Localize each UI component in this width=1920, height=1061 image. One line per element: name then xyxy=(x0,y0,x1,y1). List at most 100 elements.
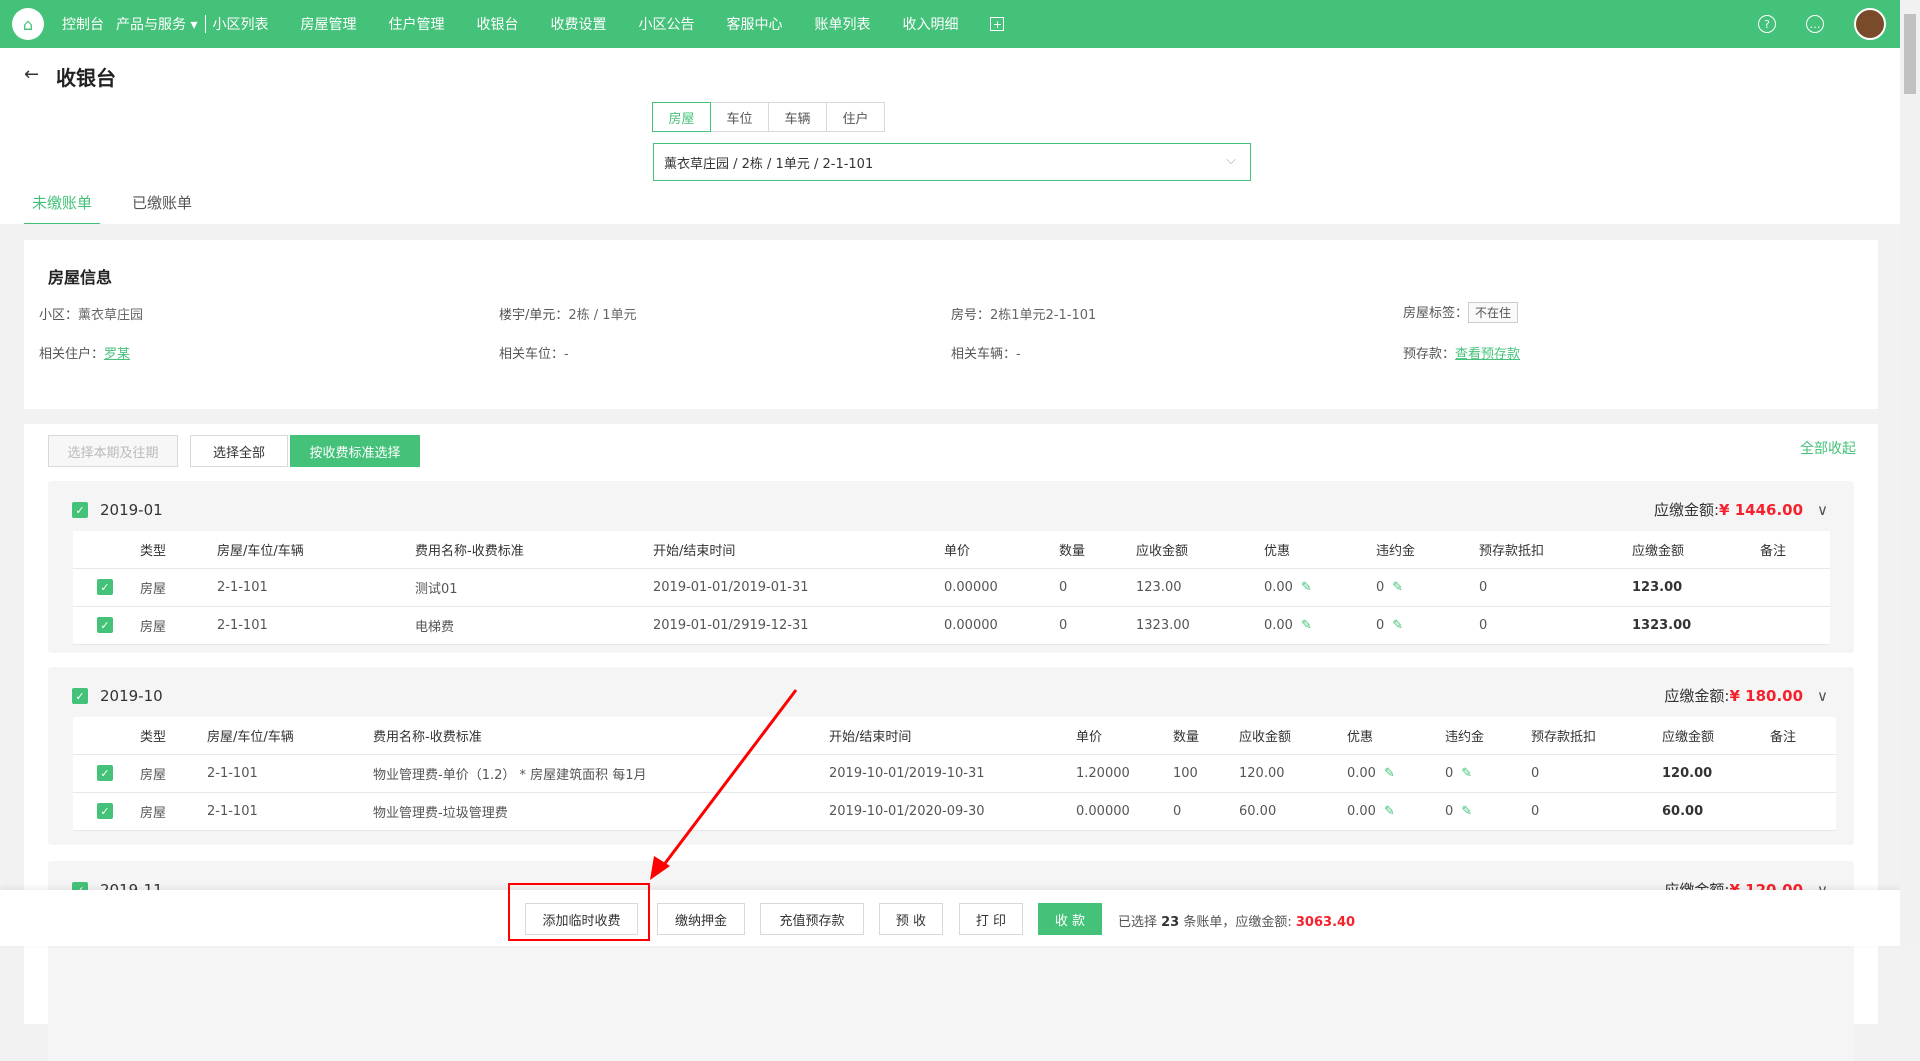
group-checkbox[interactable]: ✓ xyxy=(72,688,88,704)
edit-pencil-icon[interactable]: ✎ xyxy=(1461,804,1472,819)
group-total-amount: ¥ 1446.00 xyxy=(1719,501,1804,519)
house-info-card: 房屋信息 小区：薰衣草庄园 楼宇/单元：2栋 / 1单元 房号：2栋1单元2-1… xyxy=(24,240,1878,409)
chevron-down-icon[interactable]: ∨ xyxy=(1817,687,1828,705)
top-nav: ⌂ 控制台 产品与服务 ▾ 小区列表 房屋管理 住户管理 收银台 收费设置 小区… xyxy=(0,0,1900,48)
prepay-button[interactable]: 预 收 xyxy=(879,903,943,935)
view-deposit-link[interactable]: 查看预存款 xyxy=(1455,347,1520,362)
scrollbar[interactable] xyxy=(1900,0,1920,946)
row-checkbox[interactable]: ✓ xyxy=(97,579,113,595)
row-checkbox[interactable]: ✓ xyxy=(97,803,113,819)
logo-icon[interactable]: ⌂ xyxy=(12,8,44,40)
group-checkbox[interactable]: ✓ xyxy=(72,502,88,518)
nav-house-mgmt[interactable]: 房屋管理 xyxy=(300,14,356,34)
edit-pencil-icon[interactable]: ✎ xyxy=(1392,580,1403,595)
print-button[interactable]: 打 印 xyxy=(959,903,1023,935)
nav-service-center[interactable]: 客服中心 xyxy=(726,14,782,34)
edit-pencil-icon[interactable]: ✎ xyxy=(1461,766,1472,781)
cell-value: 0.00 xyxy=(1264,617,1293,633)
cell: 物业管理费-单价（1.2） * 房屋建筑面积 每1月 xyxy=(373,754,829,793)
editable-cell: 0.00 ✎ xyxy=(1347,754,1445,793)
nav-cashier[interactable]: 收银台 xyxy=(476,14,518,34)
bill-table: 类型 房屋/车位/车辆 费用名称-收费标准 开始/结束时间 单价 数量 应收金额 优惠 违约金预… xyxy=(73,531,1830,645)
value: 2栋 / 1单元 xyxy=(568,308,637,323)
cell xyxy=(1760,568,1830,607)
cell: 123.00 xyxy=(1136,568,1264,607)
row-checkbox-cell: ✓ xyxy=(73,568,140,607)
editable-cell: 0.00 ✎ xyxy=(1347,792,1445,831)
label: 相关车辆： xyxy=(951,347,1017,362)
editable-cell: 0 ✎ xyxy=(1445,754,1531,793)
edit-pencil-icon[interactable]: ✎ xyxy=(1384,804,1395,819)
segment-house[interactable]: 房屋 xyxy=(652,102,711,132)
group-header: ✓ 2019-10 xyxy=(72,687,163,705)
help-icon[interactable]: ? xyxy=(1758,15,1776,33)
cell: 2019-10-01/2020-09-30 xyxy=(829,792,1076,831)
field-community: 小区：薰衣草庄园 xyxy=(39,304,143,323)
total-label: 应缴金额: xyxy=(1664,687,1730,705)
recharge-deposit-button[interactable]: 充值预存款 xyxy=(760,903,864,935)
row-checkbox[interactable]: ✓ xyxy=(97,617,113,633)
cell: 2-1-101 xyxy=(217,568,415,607)
group-total-amount: ¥ 180.00 xyxy=(1729,687,1804,705)
select-current-button[interactable]: 选择本期及往期 xyxy=(48,435,178,467)
collapse-all-link[interactable]: 全部收起 xyxy=(1800,438,1856,458)
nav-bill-list[interactable]: 账单列表 xyxy=(814,14,870,34)
edit-pencil-icon[interactable]: ✎ xyxy=(1384,766,1395,781)
avatar[interactable] xyxy=(1854,8,1886,40)
cell: 1323.00 xyxy=(1136,606,1264,645)
column-header xyxy=(73,531,140,569)
edit-pencil-icon[interactable]: ✎ xyxy=(1392,618,1403,633)
message-icon[interactable]: … xyxy=(1806,15,1824,33)
resident-link[interactable]: 罗某 xyxy=(104,347,130,362)
column-header: 开始/结束时间 xyxy=(653,531,944,569)
nav-community-list[interactable]: 小区列表 xyxy=(212,14,268,34)
cell: 2019-01-01/2019-01-31 xyxy=(653,568,944,607)
editable-cell: 0 ✎ xyxy=(1376,606,1479,645)
value: - xyxy=(564,347,569,362)
select-by-standard-button[interactable]: 按收费标准选择 xyxy=(290,435,420,467)
cell: 0 xyxy=(1173,792,1239,831)
value: 薰衣草庄园 xyxy=(78,308,144,323)
row-checkbox-cell: ✓ xyxy=(73,606,140,645)
cell: 60.00 xyxy=(1662,792,1770,831)
add-tab-icon[interactable]: + xyxy=(990,17,1005,31)
tab-paid[interactable]: 已缴账单 xyxy=(124,192,200,225)
label: 相关住户： xyxy=(39,347,105,362)
back-arrow-icon[interactable]: ← xyxy=(24,64,39,85)
page-title: 收银台 xyxy=(56,66,116,90)
group-total: 应缴金额:¥ 1446.00 ∨ xyxy=(1654,499,1828,520)
scrollbar-thumb[interactable] xyxy=(1904,14,1916,94)
select-all-button[interactable]: 选择全部 xyxy=(190,435,288,467)
chevron-down-icon[interactable]: ∨ xyxy=(1817,501,1828,519)
column-header: 应缴金额 xyxy=(1662,717,1770,755)
nav-income-detail[interactable]: 收入明细 xyxy=(902,14,958,34)
table-row: ✓ 房屋 2-1-101 电梯费 2019-01-01/2919-12-31 0.0000… xyxy=(73,606,1830,645)
table-header: 类型 房屋/车位/车辆 费用名称-收费标准 开始/结束时间 单价 数量 应收金额 优惠 违约金预… xyxy=(73,717,1836,755)
nav-fee-settings[interactable]: 收费设置 xyxy=(550,14,606,34)
row-checkbox-cell: ✓ xyxy=(73,792,140,831)
nav-notices[interactable]: 小区公告 xyxy=(638,14,694,34)
column-header: 费用名称-收费标准 xyxy=(415,531,653,569)
column-header: 房屋/车位/车辆 xyxy=(217,531,415,569)
column-header: 类型 xyxy=(140,531,217,569)
edit-pencil-icon[interactable]: ✎ xyxy=(1301,580,1312,595)
table-row: ✓ 房屋 2-1-101 物业管理费-垃圾管理费 2019-10-01/2020-09-… xyxy=(73,792,1836,831)
nav-resident-mgmt[interactable]: 住户管理 xyxy=(388,14,444,34)
segment-vehicle[interactable]: 车辆 xyxy=(768,102,827,132)
segment-resident[interactable]: 住户 xyxy=(826,102,885,132)
nav-products[interactable]: 产品与服务 ▾ xyxy=(116,14,197,34)
segment-parking[interactable]: 车位 xyxy=(710,102,769,132)
collect-payment-button[interactable]: 收 款 xyxy=(1038,903,1102,935)
pay-deposit-button[interactable]: 缴纳押金 xyxy=(657,903,745,935)
column-header: 数量 xyxy=(1059,531,1136,569)
nav-dashboard[interactable]: 控制台 xyxy=(62,14,104,34)
cell-value: 0 xyxy=(1445,765,1454,781)
column-header: 备注 xyxy=(1770,717,1836,755)
row-checkbox[interactable]: ✓ xyxy=(97,765,113,781)
cell-value: 0.00 xyxy=(1347,803,1376,819)
house-selector[interactable]: 薰衣草庄园 / 2栋 / 1单元 / 2-1-101 ⌵ xyxy=(653,143,1251,181)
tab-unpaid[interactable]: 未缴账单 xyxy=(24,192,101,225)
cell: 100 xyxy=(1173,754,1239,793)
bottom-action-bar: 添加临时收费 缴纳押金 充值预存款 预 收 打 印 收 款 已选择 23 条账单… xyxy=(0,890,1900,946)
edit-pencil-icon[interactable]: ✎ xyxy=(1301,618,1312,633)
